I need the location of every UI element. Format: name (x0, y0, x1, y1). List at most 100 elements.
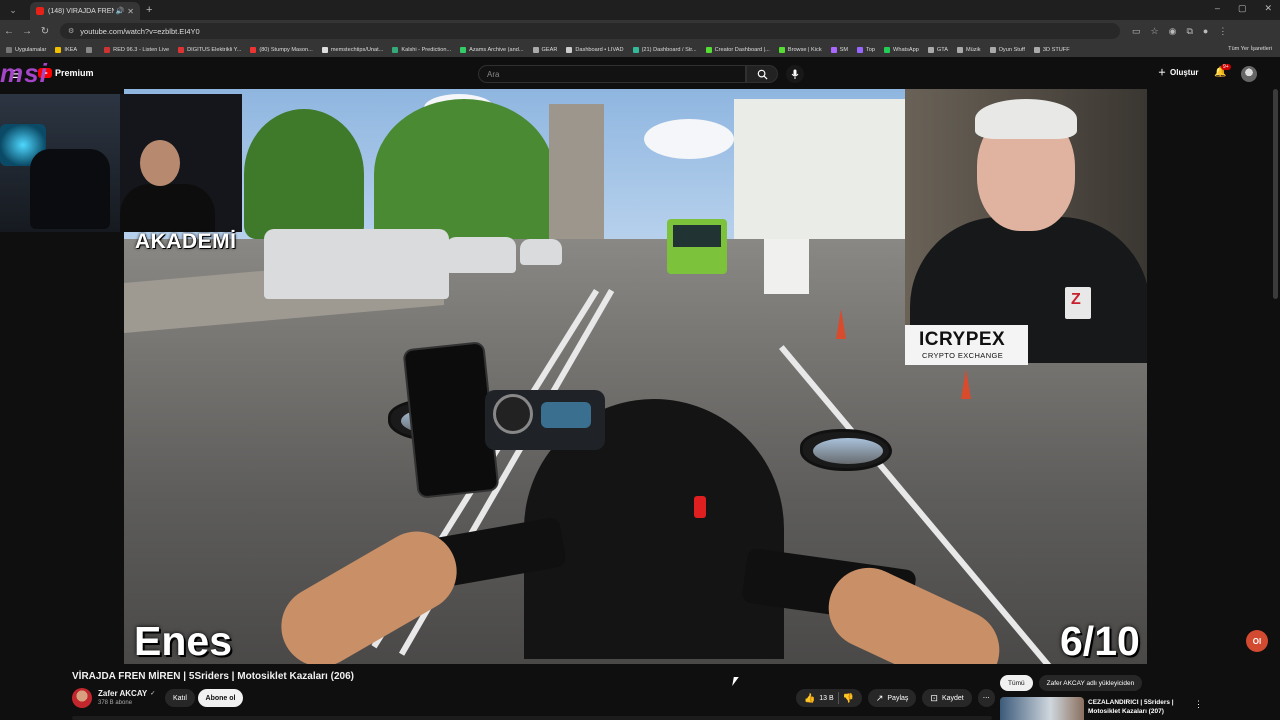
bookmark-item[interactable]: Azams Archive (and... (460, 46, 524, 53)
reload-icon[interactable]: ↻ (36, 26, 54, 37)
browser-menu-icon[interactable]: ⋮ (1218, 26, 1227, 37)
save-button[interactable]: ⊡ Kaydet (922, 689, 972, 707)
account-avatar[interactable] (1241, 66, 1257, 82)
bookmark-favicon-icon (6, 46, 12, 53)
bookmark-favicon-icon (705, 46, 712, 53)
search-input[interactable]: Ara (478, 65, 746, 83)
like-count[interactable]: 13 B (819, 695, 833, 702)
recommended-video[interactable]: CEZALANDIRICI | 5Sriders | Motosiklet Ka… (1000, 697, 1280, 720)
bookmark-favicon-icon (632, 46, 639, 53)
site-info-icon[interactable]: ⚙ (68, 27, 74, 35)
notification-count-badge: 9+ (1221, 64, 1231, 70)
close-window-icon[interactable]: ✕ (1264, 3, 1272, 14)
video-car (520, 239, 562, 265)
address-bar[interactable]: ⚙ youtube.com/watch?v=ezblbt.EI4Y0 (60, 23, 1120, 39)
extension-icon[interactable]: ◉ (1169, 26, 1177, 37)
subscriber-count: 378 B abone (98, 700, 133, 706)
video-bus (667, 219, 727, 274)
back-icon[interactable]: ← (0, 26, 18, 37)
bookmark-label: GTA (936, 46, 948, 53)
bookmark-item[interactable]: SM (830, 46, 849, 53)
forward-icon[interactable]: → (18, 26, 36, 37)
plus-icon: ＋ (1158, 68, 1166, 77)
cast-icon[interactable]: ▭ (1132, 26, 1141, 37)
bookmark-item[interactable]: IKEA (55, 46, 77, 53)
chip-from-uploader[interactable]: Zafer AKCAY adlı yükleyiciden (1038, 675, 1143, 691)
bookmark-item[interactable]: Kalshi - Prediction... (392, 46, 451, 53)
recommended-thumbnail[interactable] (1000, 697, 1084, 720)
channel-name-link[interactable]: Zafer AKCAY ✓ (98, 689, 155, 698)
bookmark-item[interactable]: memstechtips/Unat... (321, 46, 383, 53)
bookmark-star-icon[interactable]: ☆ (1151, 26, 1159, 37)
bookmark-item[interactable]: RED 96.3 - Listen Live (104, 46, 169, 53)
maximize-icon[interactable]: ▢ (1238, 3, 1247, 14)
mouse-cursor-icon (732, 677, 739, 686)
bookmark-label: SM (839, 46, 849, 53)
browser-tabbar: ⌄ (148) VİRAJDA FREN MİREN 🔊 ✕ + – ▢ ✕ (0, 0, 1280, 20)
bookmark-label: Dashboard • LIVAD (575, 46, 624, 53)
puzzle-icon[interactable]: ⧉ (1186, 26, 1192, 37)
sponsor-tagline: CRYPTO EXCHANGE (922, 351, 1004, 360)
bookmark-favicon-icon (956, 46, 963, 53)
bookmark-label: Uygulamalar (15, 46, 47, 53)
bookmark-item[interactable]: Top (857, 46, 875, 53)
channel-watermark-icon[interactable]: Ol (1246, 630, 1268, 652)
bookmark-favicon-icon (566, 46, 573, 53)
bookmark-item[interactable]: WhatsApp (884, 46, 919, 53)
voice-search-button[interactable] (786, 65, 804, 83)
bookmark-item[interactable]: 3D STUFF (1033, 46, 1070, 53)
audio-playing-icon[interactable]: 🔊 (116, 7, 125, 15)
search-button[interactable] (746, 65, 778, 83)
new-tab-button[interactable]: + (146, 4, 152, 16)
video-traffic-cone (836, 309, 846, 339)
bus-window (673, 225, 721, 247)
window-controls: – ▢ ✕ (1215, 3, 1272, 14)
bookmark-item[interactable]: (21) Dashboard / Str... (632, 46, 697, 53)
webcam-person-head (140, 140, 180, 186)
bookmark-item[interactable]: GTA (927, 46, 948, 53)
more-actions-button[interactable]: ⋯ (977, 689, 995, 707)
youtube-header: ☰ Premium Ara ＋ Oluştur 🔔 9+ (0, 59, 1280, 89)
bookmark-item[interactable]: Oyun Stuff (989, 46, 1025, 53)
page-scrollbar[interactable] (1273, 89, 1278, 299)
join-button[interactable]: Katıl (165, 689, 195, 707)
bookmark-item[interactable]: (80) Stumpy Mason... (250, 46, 313, 53)
bookmark-label: Browse | Kick (787, 46, 822, 53)
save-label: Kaydet (941, 694, 964, 702)
bookmark-item[interactable]: Dashboard • LIVAD (566, 46, 624, 53)
bookmark-label: (80) Stumpy Mason... (259, 46, 313, 53)
bookmark-favicon-icon (884, 46, 891, 53)
webcam-chair (30, 149, 110, 229)
bookmark-item[interactable]: Uygulamalar (6, 46, 47, 53)
bookmark-label: (21) Dashboard / Str... (641, 46, 697, 53)
create-button[interactable]: ＋ Oluştur (1158, 67, 1198, 78)
bookmark-favicon-icon (178, 46, 185, 53)
tab-close-icon[interactable]: ✕ (127, 7, 134, 16)
share-button[interactable]: ↗ Paylaş (867, 689, 917, 707)
tab-search-icon[interactable]: ⌄ (4, 3, 22, 17)
bookmark-item[interactable] (86, 46, 95, 53)
bookmark-label: Müzik (965, 46, 981, 53)
profile-icon[interactable]: ● (1203, 26, 1208, 37)
bookmark-item[interactable]: Creator Dashboard |... (705, 46, 770, 53)
bookmark-item[interactable]: GEAR (532, 46, 557, 53)
dislike-icon[interactable]: 👎 (843, 693, 854, 704)
like-icon[interactable]: 👍 (804, 693, 815, 704)
minimize-icon[interactable]: – (1215, 3, 1220, 14)
browser-tab-active[interactable]: (148) VİRAJDA FREN MİREN 🔊 ✕ (30, 2, 140, 20)
all-bookmarks-button[interactable]: Tüm Yer İşaretleri (1228, 46, 1272, 52)
msi-logo-overlay: msi (0, 58, 48, 88)
subscribe-button[interactable]: Abone ol (198, 689, 243, 707)
video-trees (374, 99, 554, 249)
recommended-title[interactable]: CEZALANDIRICI | 5Sriders | Motosiklet Ka… (1088, 698, 1188, 716)
bookmark-item[interactable]: DIGITUS Elektrikli Y... (178, 46, 241, 53)
bookmark-item[interactable]: Müzik (956, 46, 981, 53)
search-icon (757, 69, 768, 80)
chip-all[interactable]: Tümü (1000, 675, 1033, 691)
channel-avatar[interactable] (72, 688, 92, 708)
bookmarks-bar: Uygulamalar IKEA RED 96.3 - Listen Live DIG… (0, 42, 1280, 57)
video-construction-tower (549, 104, 604, 254)
share-label: Paylaş (887, 694, 909, 702)
recommended-more-icon[interactable]: ⋮ (1194, 699, 1203, 710)
bookmark-item[interactable]: Browse | Kick (778, 46, 822, 53)
